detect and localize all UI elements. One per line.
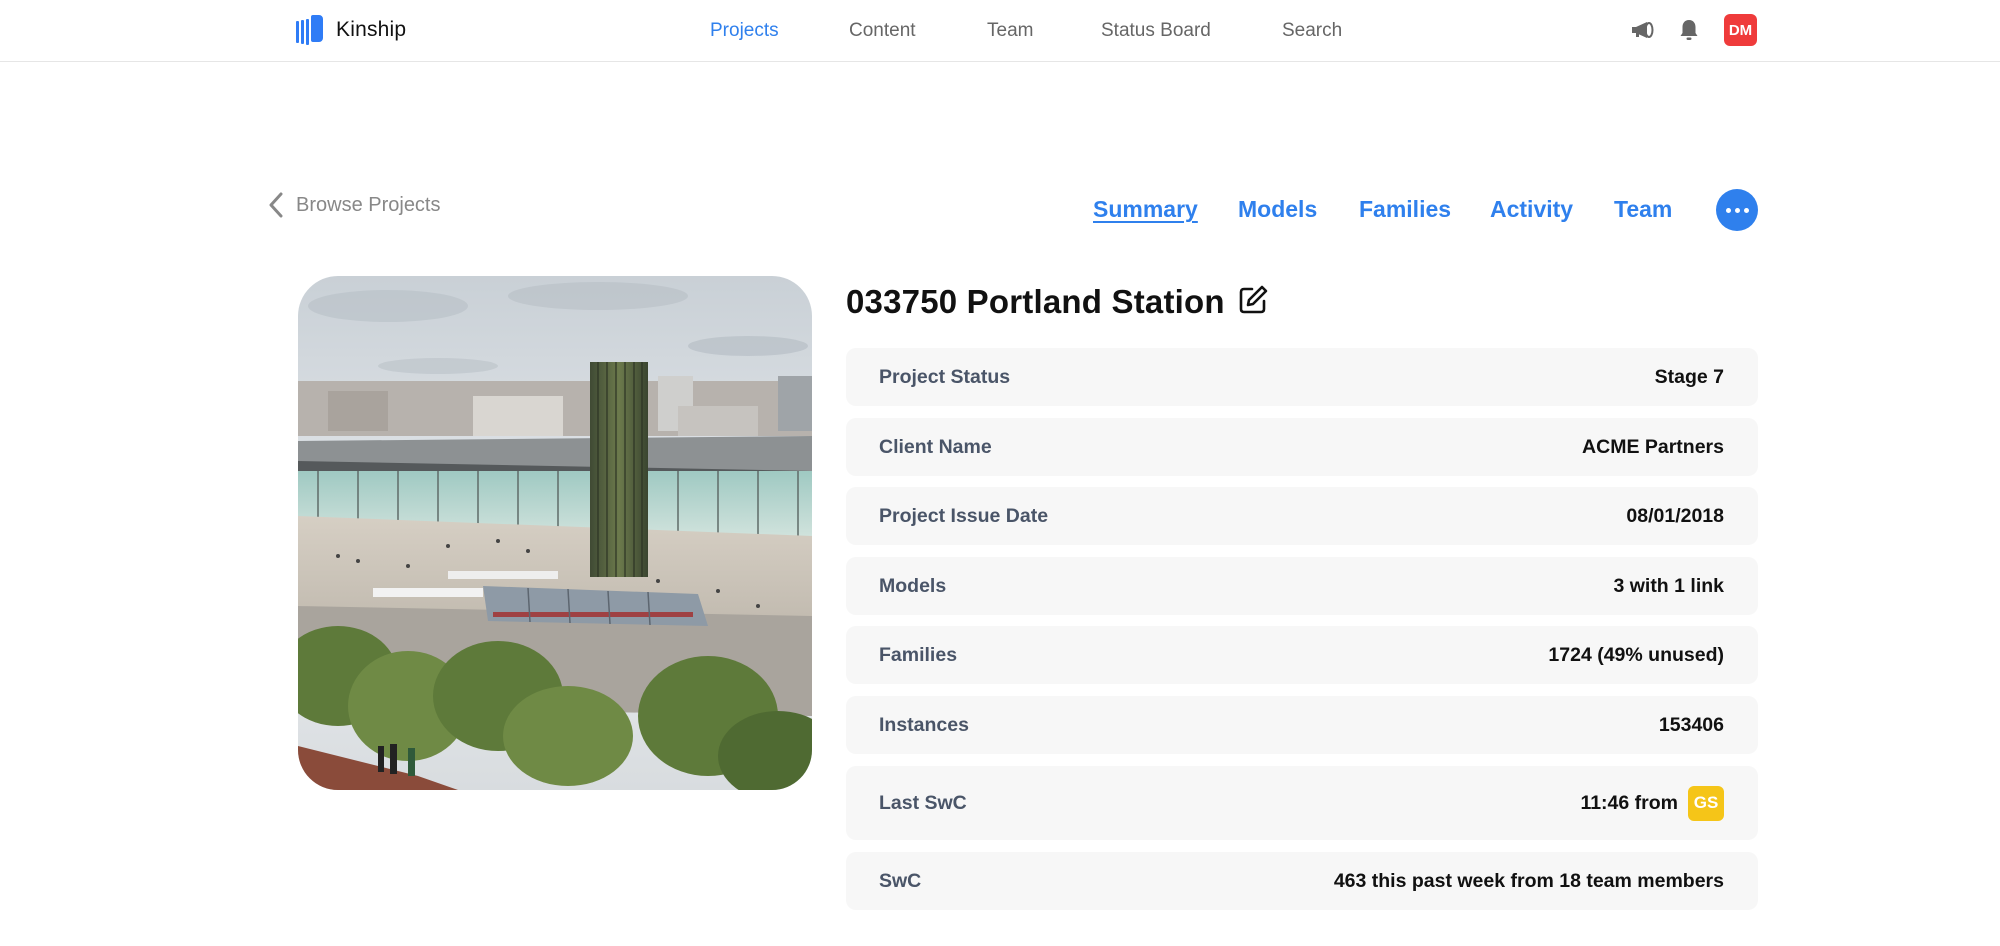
project-image (298, 276, 812, 790)
detail-label: Project Issue Date (879, 504, 1049, 527)
user-avatar-gs[interactable]: GS (1688, 785, 1724, 821)
tab-families[interactable]: Families (1359, 196, 1451, 223)
nav-projects[interactable]: Projects (710, 20, 779, 42)
detail-value: 463 this past week from 18 team members (1333, 869, 1724, 892)
nav-search[interactable]: Search (1282, 20, 1342, 42)
tab-team[interactable]: Team (1614, 196, 1672, 223)
detail-value: 08/01/2018 (1626, 504, 1724, 527)
top-navbar: Kinship Projects Content Team Status Boa… (0, 0, 2000, 62)
detail-row-client-name: Client Name ACME Partners (846, 418, 1758, 476)
detail-row-models[interactable]: Models 3 with 1 link (846, 557, 1758, 615)
detail-label: Client Name (879, 435, 992, 458)
nav-team[interactable]: Team (987, 20, 1033, 42)
more-options-button[interactable] (1716, 189, 1758, 231)
tab-summary[interactable]: Summary (1093, 196, 1198, 223)
detail-row-last-swc: Last SwC 11:46 from GS (846, 766, 1758, 840)
last-swc-time: 11:46 from (1580, 791, 1678, 814)
detail-label: Families (879, 643, 958, 666)
detail-value: 153406 (1658, 713, 1724, 736)
detail-value: 3 with 1 link (1613, 574, 1724, 597)
detail-value: ACME Partners (1582, 435, 1724, 458)
detail-value: 1724 (49% unused) (1548, 643, 1724, 666)
bell-icon[interactable] (1679, 18, 1699, 47)
project-title-row: 033750 Portland Station (846, 282, 1269, 321)
tab-activity[interactable]: Activity (1490, 196, 1573, 223)
detail-row-project-status: Project Status Stage 7 (846, 348, 1758, 406)
detail-label: Models (879, 574, 947, 597)
detail-value: 11:46 from GS (1580, 785, 1724, 821)
detail-row-swc: SwC 463 this past week from 18 team memb… (846, 852, 1758, 910)
detail-label: Last SwC (879, 791, 967, 814)
edit-icon[interactable] (1237, 284, 1269, 321)
detail-label: Instances (879, 713, 969, 736)
megaphone-icon[interactable] (1630, 20, 1656, 45)
project-title: 033750 Portland Station (846, 282, 1225, 320)
detail-row-families[interactable]: Families 1724 (49% unused) (846, 626, 1758, 684)
detail-label: Project Status (879, 365, 1011, 388)
nav-status-board[interactable]: Status Board (1101, 20, 1211, 42)
tab-models[interactable]: Models (1238, 196, 1317, 223)
detail-label: SwC (879, 869, 922, 892)
project-tabs: Summary Models Families Activity Team (0, 196, 2000, 226)
header-actions: DM (1630, 14, 1760, 48)
detail-row-issue-date: Project Issue Date 08/01/2018 (846, 487, 1758, 545)
detail-row-instances: Instances 153406 (846, 696, 1758, 754)
detail-value: Stage 7 (1654, 365, 1724, 388)
nav-content[interactable]: Content (849, 20, 916, 42)
more-options-icon (1725, 207, 1731, 213)
user-avatar[interactable]: DM (1724, 14, 1757, 46)
